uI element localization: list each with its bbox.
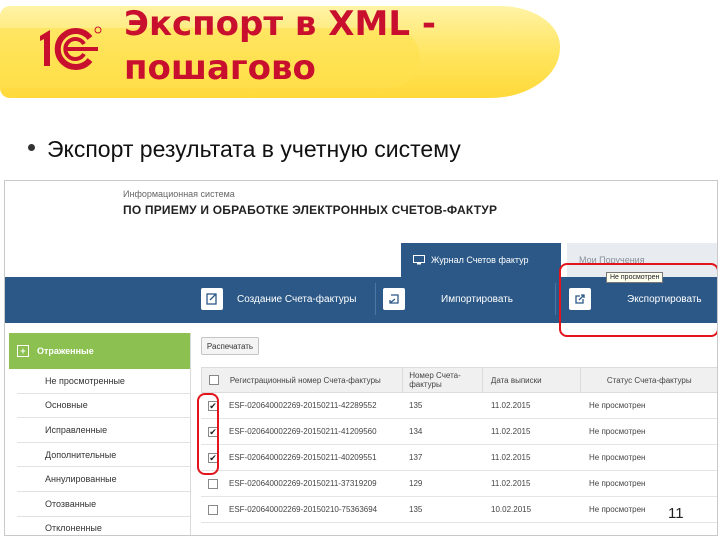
monitor-icon xyxy=(413,255,425,265)
tab-invoice-journal-label: Журнал Счетов фактур xyxy=(431,255,529,265)
table-row[interactable]: ESF-020640002269-20150211-37319209 129 1… xyxy=(201,471,717,497)
import-button[interactable]: Импортировать xyxy=(383,285,513,313)
toolbar-divider xyxy=(555,283,556,315)
sidebar-item-label: Исправленные xyxy=(45,424,108,435)
sidebar: + Отраженные Не просмотренные Основные И… xyxy=(9,333,191,535)
app-screenshot: Информационная система ПО ПРИЕМУ И ОБРАБ… xyxy=(4,180,718,536)
row-checkbox[interactable] xyxy=(208,504,218,515)
sidebar-item-label: Отозванные xyxy=(45,498,97,509)
date-cell: 11.02.2015 xyxy=(491,453,531,462)
bullet-dot xyxy=(28,144,35,152)
sidebar-item-label: Основные xyxy=(45,400,88,411)
reg-number-cell: ESF-020640002269-20150211-40209551 xyxy=(229,453,377,462)
table-header: Регистрационный номер Счета-фактуры Номе… xyxy=(201,367,717,393)
select-all-checkbox[interactable] xyxy=(208,375,219,385)
bullet-point: Экспорт результата в учетную систему xyxy=(28,136,461,163)
document-edit-icon xyxy=(201,288,223,310)
app-title: ПО ПРИЕМУ И ОБРАБОТКЕ ЭЛЕКТРОННЫХ СЧЕТОВ… xyxy=(123,203,498,217)
table-row[interactable]: ✔ ESF-020640002269-20150211-42289552 135… xyxy=(201,393,717,419)
invoice-number-cell: 134 xyxy=(409,427,423,436)
create-invoice-label: Создание Счета-фактуры xyxy=(237,293,357,305)
sidebar-item-label: Не просмотренные xyxy=(45,375,125,386)
reg-number-cell: ESF-020640002269-20150211-37319209 xyxy=(229,479,377,488)
invoice-number-cell: 135 xyxy=(409,505,423,514)
import-icon xyxy=(383,288,405,310)
invoice-number-cell: 129 xyxy=(409,479,423,488)
row-checkbox[interactable] xyxy=(208,478,218,489)
sidebar-item-unviewed[interactable]: Не просмотренные xyxy=(17,369,190,394)
sidebar-item-corrected[interactable]: Исправленные xyxy=(17,418,190,443)
1c-logo xyxy=(40,26,102,70)
sidebar-item-additional[interactable]: Дополнительные xyxy=(17,443,190,468)
invoice-number-cell: 137 xyxy=(409,453,423,462)
slide-title-line2: пошагово xyxy=(124,48,316,88)
date-cell: 11.02.2015 xyxy=(491,479,531,488)
slide-title-line1: Экспорт в XML - xyxy=(124,4,436,44)
status-cell: Не просмотрен xyxy=(589,427,646,436)
sidebar-header-label: Отраженные xyxy=(37,346,94,356)
sidebar-item-main[interactable]: Основные xyxy=(17,394,190,419)
create-invoice-button[interactable]: Создание Счета-фактуры xyxy=(201,285,356,313)
slide-title: Экспорт в XML - пошагово xyxy=(124,2,584,90)
column-header[interactable]: Статус Счета-фактуры xyxy=(581,376,717,385)
sidebar-item-rejected[interactable]: Отклоненные xyxy=(17,517,190,535)
tab-invoice-journal[interactable]: Журнал Счетов фактур xyxy=(401,243,561,277)
sidebar-item-label: Аннулированные xyxy=(45,474,117,485)
table-row[interactable]: ✔ ESF-020640002269-20150211-41209560 134… xyxy=(201,419,717,445)
reg-number-cell: ESF-020640002269-20150211-41209560 xyxy=(229,427,377,436)
page-number: 11 xyxy=(668,505,684,522)
app-subtitle: Информационная система xyxy=(123,189,235,199)
column-header[interactable]: Номер Счета-фактуры xyxy=(403,367,483,393)
sidebar-item-revoked[interactable]: Отозванные xyxy=(17,492,190,517)
expand-icon: + xyxy=(17,345,29,357)
status-cell: Не просмотрен xyxy=(589,453,646,462)
reg-number-cell: ESF-020640002269-20150211-42289552 xyxy=(229,401,377,410)
column-header[interactable]: Дата выписки xyxy=(483,367,581,393)
table-row[interactable]: ✔ ESF-020640002269-20150211-40209551 137… xyxy=(201,445,717,471)
status-cell: Не просмотрен xyxy=(589,401,646,410)
column-header[interactable]: Регистрационный номер Счета-фактуры xyxy=(226,367,404,393)
status-tooltip: Не просмотрен xyxy=(606,272,664,283)
sidebar-header[interactable]: + Отраженные xyxy=(9,333,190,369)
checkbox-highlight xyxy=(197,393,219,475)
print-button[interactable]: Распечатать xyxy=(201,337,259,355)
date-cell: 10.02.2015 xyxy=(491,505,532,514)
sidebar-item-label: Дополнительные xyxy=(45,449,117,460)
toolbar-divider xyxy=(375,283,376,315)
status-cell: Не просмотрен xyxy=(589,505,646,514)
import-label: Импортировать xyxy=(441,293,514,305)
bullet-text: Экспорт результата в учетную систему xyxy=(47,136,461,162)
sidebar-item-label: Отклоненные xyxy=(45,523,102,534)
sidebar-item-cancelled[interactable]: Аннулированные xyxy=(17,467,190,492)
date-cell: 11.02.2015 xyxy=(491,401,531,410)
invoice-table: Регистрационный номер Счета-фактуры Номе… xyxy=(201,367,717,523)
date-cell: 11.02.2015 xyxy=(491,427,531,436)
invoice-number-cell: 135 xyxy=(409,401,423,410)
table-row[interactable]: ESF-020640002269-20150210-75363694 135 1… xyxy=(201,497,717,523)
reg-number-cell: ESF-020640002269-20150210-75363694 xyxy=(229,505,378,514)
status-cell: Не просмотрен xyxy=(589,479,646,488)
